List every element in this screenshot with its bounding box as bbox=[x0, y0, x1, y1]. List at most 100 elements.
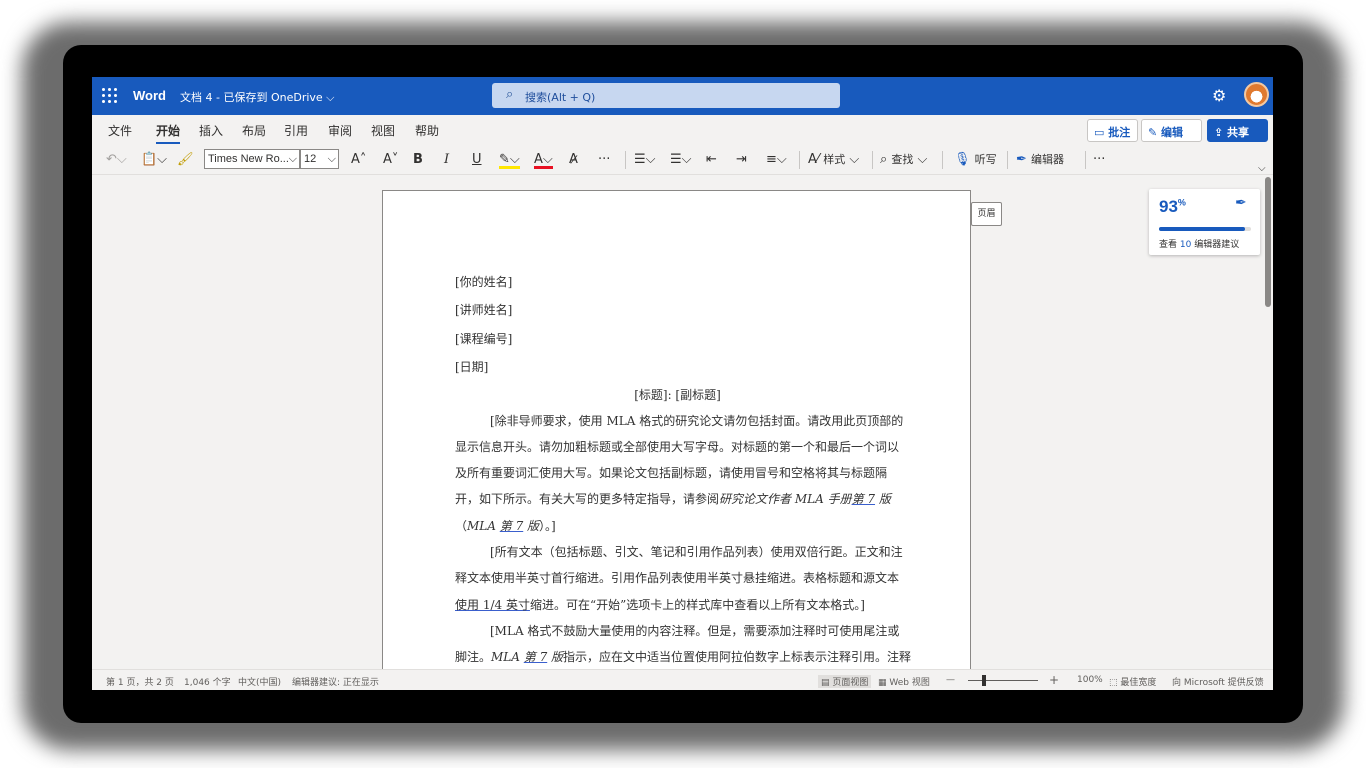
zoom-level[interactable]: 100% bbox=[1077, 675, 1103, 685]
document-title[interactable]: 文档 4 - 已保存到 OneDrive ⌵ bbox=[180, 89, 335, 105]
home-toolbar: ↶⌵ 📋⌵ 🖌 Times New Ro... ⌵ 12 ⌵ A˄ A˅ B I… bbox=[92, 145, 1273, 175]
chevron-down-icon: ⌵ bbox=[327, 153, 336, 165]
more-font-options[interactable]: ··· bbox=[598, 150, 610, 170]
font-name-dropdown[interactable]: Times New Ro... ⌵ bbox=[204, 149, 300, 169]
editor-button[interactable]: ✒ 编辑器 bbox=[1016, 150, 1064, 170]
font-size-dropdown[interactable]: 12 ⌵ bbox=[300, 149, 339, 169]
doc-text-italic: 版 bbox=[523, 519, 540, 533]
tab-view[interactable]: 视图 bbox=[371, 122, 395, 139]
find-button[interactable]: ⌕ 查找 ⌵ bbox=[880, 150, 927, 170]
print-view-label: 页面视图 bbox=[832, 678, 869, 688]
doc-text-underlined: 第 7 bbox=[851, 492, 876, 506]
settings-gear-icon[interactable]: ⚙ bbox=[1212, 86, 1226, 105]
doc-line: 释文本使用半英寸首行缩进。引用作品列表使用半英寸悬挂缩进。表格标题和源文本 bbox=[455, 571, 900, 585]
undo-icon[interactable]: ↶⌵ bbox=[106, 150, 127, 170]
app-name[interactable]: Word bbox=[133, 88, 166, 103]
chevron-down-icon[interactable]: ⌵ bbox=[1258, 159, 1266, 179]
doc-text-underlined: 第 7 bbox=[499, 519, 524, 533]
bold-button[interactable]: B bbox=[413, 150, 423, 170]
clear-format-icon[interactable]: A̷ bbox=[569, 150, 578, 170]
doc-text: （ bbox=[455, 519, 468, 533]
doc-text-italic: MLA bbox=[467, 519, 496, 533]
toolbar-divider bbox=[872, 151, 873, 169]
document-page[interactable]: [你的姓名] [讲师姓名] [课程编号] [日期] [标题]: [副标题] [除… bbox=[382, 190, 971, 690]
zoom-slider-thumb[interactable] bbox=[982, 675, 986, 686]
styles-icon: A⁄ bbox=[808, 152, 824, 167]
doc-line: 及所有重要词汇使用大写。如果论文包括副标题，请使用冒号和空格将其与标题隔 bbox=[455, 466, 888, 480]
tab-insert[interactable]: 插入 bbox=[199, 122, 223, 139]
dictate-button[interactable]: 🎙 听写 bbox=[954, 150, 997, 170]
italic-button[interactable]: I bbox=[444, 150, 449, 170]
toolbar-divider bbox=[625, 151, 626, 169]
doc-line: 显示信息开头。请勿加粗标题或全部使用大写字母。对标题的第一个和最后一个词以 bbox=[455, 440, 900, 454]
decrease-indent-icon[interactable]: ⇤ bbox=[706, 150, 717, 170]
doc-line: [讲师姓名] bbox=[455, 303, 513, 317]
editor-label: 编辑器 bbox=[1031, 153, 1065, 166]
doc-text-underlined: 第 7 bbox=[523, 650, 548, 664]
align-icon[interactable]: ≡⌵ bbox=[766, 150, 787, 170]
numbering-icon[interactable]: ☰⌵ bbox=[670, 150, 692, 170]
bullets-icon[interactable]: ☰⌵ bbox=[634, 150, 656, 170]
page-count[interactable]: 第 1 页，共 2 页 bbox=[106, 675, 174, 688]
editor-status[interactable]: 编辑器建议: 正在显示 bbox=[292, 675, 379, 688]
avatar[interactable] bbox=[1244, 82, 1269, 107]
doc-line: [日期] bbox=[455, 360, 489, 374]
tab-help[interactable]: 帮助 bbox=[415, 122, 439, 139]
font-name-value: Times New Ro... bbox=[208, 153, 289, 165]
page-icon: ▤ bbox=[821, 678, 833, 688]
doc-line: 开，如下所示。有关大写的更多特定指导，请参阅研究论文作者 MLA 手册第 7 版 bbox=[455, 490, 891, 507]
font-size-value: 12 bbox=[304, 153, 317, 165]
feedback-link[interactable]: 向 Microsoft 提供反馈 bbox=[1172, 675, 1264, 688]
title-bar: Word 文档 4 - 已保存到 OneDrive ⌵ ⌕ 搜索(Alt + Q… bbox=[92, 77, 1273, 115]
best-fit-button[interactable]: ⬚ 最佳宽度 bbox=[1109, 675, 1156, 688]
doc-title-line: [标题]: [副标题] bbox=[634, 388, 721, 402]
zoom-in-button[interactable]: + bbox=[1049, 673, 1059, 687]
doc-line: 脚注。MLA 第 7 版指示，应在文中适当位置使用阿拉伯数字上标表示注释引用。注… bbox=[455, 648, 911, 665]
styles-button[interactable]: A⁄ 样式 ⌵ bbox=[808, 150, 859, 170]
shrink-font-button[interactable]: A˅ bbox=[383, 150, 398, 170]
doc-line: 使用 1/4 英寸缩进。可在“开始”选项卡上的样式库中查看以上所有文本格式。] bbox=[455, 596, 865, 613]
grow-font-button[interactable]: A˄ bbox=[351, 150, 366, 170]
tab-review[interactable]: 审阅 bbox=[328, 122, 352, 139]
dictate-label: 听写 bbox=[974, 153, 997, 166]
toolbar-divider bbox=[1085, 151, 1086, 169]
doc-text: ）。] bbox=[539, 519, 556, 533]
header-label[interactable]: 页眉 bbox=[971, 202, 1002, 226]
editor-suggestions-link[interactable]: 查看 10 编辑器建议 bbox=[1159, 237, 1239, 250]
web-layout-button[interactable]: ▦ Web 视图 bbox=[878, 675, 930, 688]
editor-score-fill bbox=[1159, 227, 1245, 231]
language[interactable]: 中文(中国) bbox=[238, 675, 281, 688]
app-launcher-icon[interactable] bbox=[102, 88, 118, 104]
clipboard-icon[interactable]: 📋⌵ bbox=[141, 150, 167, 170]
search-box[interactable]: ⌕ 搜索(Alt + Q) bbox=[492, 83, 840, 108]
format-painter-icon[interactable]: 🖌 bbox=[177, 150, 194, 170]
edit-label: 编辑 bbox=[1161, 126, 1184, 139]
tab-references[interactable]: 引用 bbox=[284, 122, 308, 139]
editing-mode-button[interactable]: ✎ 编辑 ⌵ bbox=[1141, 119, 1202, 153]
suggestions-count: 10 bbox=[1179, 240, 1192, 250]
underline-button[interactable]: U bbox=[472, 150, 482, 170]
doc-text-underlined: 使用 1/4 英寸 bbox=[455, 598, 530, 612]
comment-button[interactable]: ▭ 批注 bbox=[1087, 119, 1138, 142]
share-icon: ⇪ bbox=[1214, 126, 1228, 139]
highlight-icon[interactable]: ✎⌵ bbox=[499, 150, 520, 169]
toolbar-divider bbox=[799, 151, 800, 169]
share-button[interactable]: ⇪ 共享 ⌵ bbox=[1207, 119, 1268, 153]
comment-label: 批注 bbox=[1108, 126, 1131, 139]
more-options-button[interactable]: ··· bbox=[1093, 150, 1105, 170]
editor-score-card[interactable]: 93% ✒ 查看 10 编辑器建议 bbox=[1149, 189, 1260, 255]
tab-home[interactable]: 开始 bbox=[156, 122, 181, 144]
word-count[interactable]: 1,046 个字 bbox=[184, 675, 231, 688]
ribbon-tabs: 文件 开始 插入 布局 引用 审阅 视图 帮助 ▭ 批注 ✎ 编辑 ⌵ ⇪ 共享… bbox=[92, 115, 1273, 153]
pencil-icon: ✎ bbox=[1148, 126, 1162, 139]
increase-indent-icon[interactable]: ⇥ bbox=[736, 150, 747, 170]
tab-layout[interactable]: 布局 bbox=[242, 122, 266, 139]
tab-file[interactable]: 文件 bbox=[108, 122, 132, 139]
font-color-icon[interactable]: A⌵ bbox=[534, 150, 553, 169]
vertical-scrollbar[interactable] bbox=[1265, 177, 1271, 307]
find-icon: ⌕ bbox=[880, 152, 892, 167]
zoom-out-button[interactable]: — bbox=[946, 675, 955, 685]
print-layout-button[interactable]: ▤ 页面视图 bbox=[818, 675, 872, 688]
zoom-slider[interactable] bbox=[968, 680, 1038, 681]
status-bar: 第 1 页，共 2 页 1,046 个字 中文(中国) 编辑器建议: 正在显示 … bbox=[92, 669, 1273, 690]
